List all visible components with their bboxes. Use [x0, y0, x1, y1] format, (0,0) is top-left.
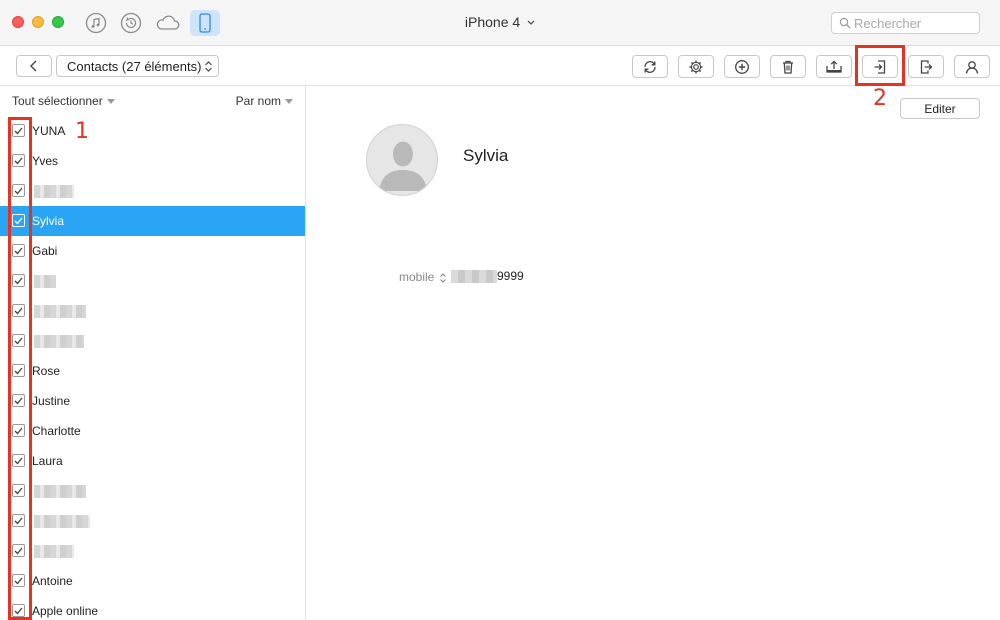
device-title-label: iPhone 4 — [464, 14, 521, 30]
list-item-selected[interactable]: Sylvia — [0, 206, 305, 236]
category-select[interactable]: Contacts (27 éléments) — [56, 55, 219, 77]
device-title[interactable]: iPhone 4 — [430, 14, 570, 30]
list-item[interactable] — [0, 176, 305, 206]
edit-button-label: Editer — [924, 101, 956, 116]
contact-icon — [965, 60, 979, 74]
delete-button[interactable] — [770, 55, 806, 78]
redacted-name — [34, 335, 84, 348]
export-to-device-icon — [920, 59, 933, 74]
add-button[interactable] — [724, 55, 760, 78]
phone-label-select[interactable]: mobile — [399, 270, 447, 284]
device-icon[interactable] — [190, 10, 220, 36]
title-bar: iPhone 4 Rechercher — [0, 0, 1000, 46]
trash-icon — [783, 60, 793, 74]
export-to-computer-button[interactable] — [816, 55, 852, 78]
search-placeholder: Rechercher — [854, 15, 922, 31]
category-select-value: Contacts (27 éléments) — [67, 58, 202, 74]
redacted-name — [34, 515, 90, 528]
phone-value[interactable]: 9999 — [497, 269, 524, 283]
contact-name: Laura — [32, 454, 63, 468]
export-to-computer-icon — [826, 59, 842, 73]
select-all-label: Tout sélectionner — [12, 94, 103, 108]
contact-name: Apple online — [32, 604, 99, 618]
sort-dropdown[interactable]: Par nom — [236, 94, 293, 108]
export-to-device-button[interactable] — [908, 55, 944, 78]
list-item[interactable] — [0, 296, 305, 326]
contact-list-panel: Tout sélectionner Par nom YUNA Yves Sylv… — [0, 86, 306, 620]
chevron-left-icon — [30, 60, 37, 72]
refresh-icon — [644, 60, 656, 73]
annotation-box-checkboxes — [8, 117, 32, 620]
search-input[interactable]: Rechercher — [831, 12, 980, 34]
annotation-box-import-button — [855, 45, 905, 86]
list-item[interactable] — [0, 326, 305, 356]
redacted-name — [34, 545, 74, 558]
redacted-phone-prefix — [451, 270, 497, 283]
avatar — [366, 124, 438, 196]
minimize-window-button[interactable] — [32, 16, 44, 28]
caret-down-icon — [106, 99, 115, 105]
list-item[interactable]: Gabi — [0, 236, 305, 266]
phone-label-text: mobile — [399, 270, 435, 284]
contact-name: Rose — [32, 364, 61, 378]
history-icon[interactable] — [118, 10, 144, 36]
back-button[interactable] — [16, 55, 52, 77]
contact-name: YUNA — [32, 124, 66, 138]
toolbar: Contacts (27 éléments) — [0, 46, 1000, 86]
list-item[interactable]: Yves — [0, 146, 305, 176]
contact-name: Yves — [32, 154, 59, 168]
refresh-button[interactable] — [632, 55, 668, 78]
close-window-button[interactable] — [12, 16, 24, 28]
caret-down-icon — [285, 99, 293, 105]
redacted-name — [34, 185, 74, 198]
select-all-toggle[interactable]: Tout sélectionner — [12, 94, 115, 108]
settings-button[interactable] — [678, 55, 714, 78]
list-item[interactable]: Antoine — [0, 566, 305, 596]
zoom-window-button[interactable] — [52, 16, 64, 28]
sort-label: Par nom — [235, 94, 281, 108]
contact-name: Gabi — [32, 244, 58, 258]
contact-name: Justine — [32, 394, 71, 408]
list-item[interactable]: Apple online — [0, 596, 305, 620]
list-item[interactable] — [0, 506, 305, 536]
music-icon[interactable] — [83, 10, 109, 36]
chevron-down-icon — [527, 20, 535, 26]
contact-button[interactable] — [954, 55, 990, 78]
list-item[interactable] — [0, 476, 305, 506]
redacted-name — [34, 275, 56, 288]
list-item[interactable] — [0, 266, 305, 296]
cloud-icon[interactable] — [154, 10, 182, 36]
list-header: Tout sélectionner Par nom — [0, 86, 305, 116]
edit-button[interactable]: Editer — [900, 98, 980, 119]
contact-name: Sylvia — [32, 214, 65, 228]
redacted-name — [34, 485, 86, 498]
updown-chevron-icon — [205, 61, 212, 72]
list-item[interactable]: Justine — [0, 386, 305, 416]
list-item[interactable]: Laura — [0, 446, 305, 476]
contact-name-heading: Sylvia — [463, 146, 509, 165]
list-item[interactable]: YUNA — [0, 116, 305, 146]
list-item[interactable]: Charlotte — [0, 416, 305, 446]
list-item[interactable] — [0, 536, 305, 566]
list-item[interactable]: Rose — [0, 356, 305, 386]
plus-circle-icon — [735, 59, 749, 74]
contact-name: Antoine — [32, 574, 73, 588]
updown-chevron-icon — [439, 273, 446, 283]
search-icon — [839, 17, 851, 29]
annotation-number-1: 1 — [75, 119, 89, 144]
contact-detail-panel: Editer Sylvia mobile 9999 — [307, 86, 1000, 620]
gear-icon — [689, 60, 703, 73]
contact-name: Charlotte — [32, 424, 81, 438]
person-silhouette-icon — [379, 141, 427, 191]
redacted-name — [34, 305, 86, 318]
annotation-number-2: 2 — [873, 86, 887, 111]
